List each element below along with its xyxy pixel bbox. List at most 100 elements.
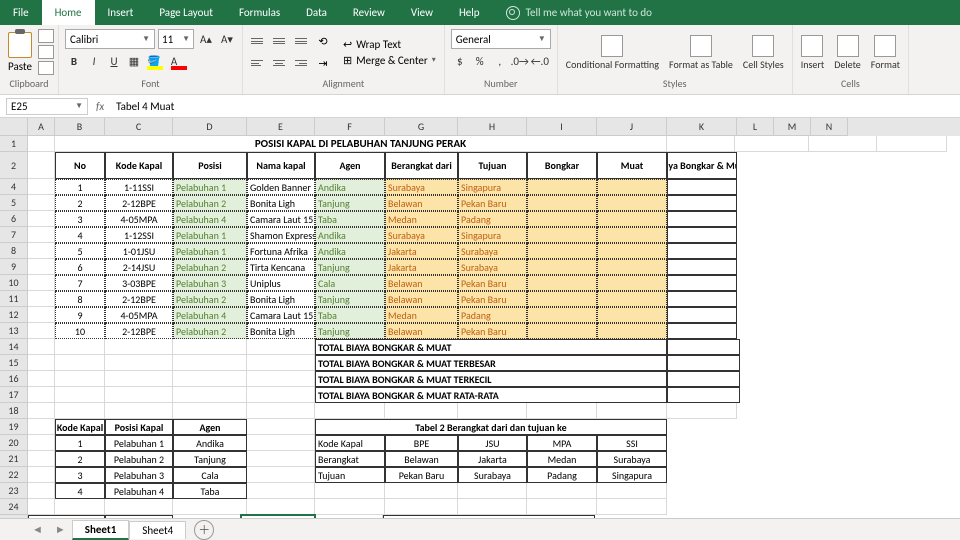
- cell[interactable]: 5: [55, 243, 105, 259]
- cell[interactable]: [247, 419, 315, 435]
- row-header[interactable]: 15: [0, 355, 28, 371]
- cell[interactable]: 1-12SSI: [105, 227, 173, 243]
- cell[interactable]: Posisi Kapal: [105, 419, 173, 435]
- cell[interactable]: [315, 403, 385, 419]
- borders-button[interactable]: ▦: [125, 52, 143, 70]
- col-header[interactable]: J: [597, 118, 667, 136]
- sheet-tab[interactable]: Sheet1: [72, 520, 130, 540]
- col-header[interactable]: A: [28, 118, 55, 136]
- cell[interactable]: 4: [55, 483, 105, 499]
- cell[interactable]: [173, 387, 247, 403]
- cell[interactable]: 3: [55, 211, 105, 227]
- cell[interactable]: [809, 136, 877, 152]
- cell[interactable]: 8: [55, 291, 105, 307]
- cell[interactable]: Pelabuhan 1: [105, 435, 173, 451]
- row-header[interactable]: 22: [0, 467, 28, 483]
- cell[interactable]: Pelabuhan 1: [173, 227, 247, 243]
- cell[interactable]: [667, 387, 740, 403]
- col-header[interactable]: C: [105, 118, 173, 136]
- cell[interactable]: Pelabuhan 2: [105, 451, 173, 467]
- cell[interactable]: [385, 499, 458, 515]
- cell[interactable]: Uniplus: [247, 275, 315, 291]
- cell[interactable]: Jakarta: [385, 243, 458, 259]
- cell[interactable]: Golden Banner: [247, 179, 315, 195]
- font-size-picker[interactable]: 11▼: [158, 29, 194, 49]
- row-header[interactable]: 9: [0, 259, 28, 275]
- cell[interactable]: [877, 136, 947, 152]
- cell[interactable]: [527, 323, 597, 339]
- cell[interactable]: [28, 323, 55, 339]
- cell[interactable]: [105, 403, 173, 419]
- cell[interactable]: Belawan: [385, 323, 458, 339]
- cell[interactable]: Berangkat dari: [385, 152, 458, 179]
- cell[interactable]: Surabaya: [385, 179, 458, 195]
- cell[interactable]: [247, 451, 315, 467]
- cell[interactable]: 4: [55, 227, 105, 243]
- cell[interactable]: SSI: [597, 435, 667, 451]
- cell[interactable]: [28, 195, 55, 211]
- cell[interactable]: [28, 355, 55, 371]
- cell[interactable]: [28, 419, 55, 435]
- tab-review[interactable]: Review: [340, 0, 398, 25]
- cell[interactable]: Tanjung: [315, 259, 385, 275]
- cell[interactable]: Surabaya: [458, 243, 527, 259]
- cell[interactable]: [597, 195, 667, 211]
- cell[interactable]: [667, 323, 737, 339]
- cell[interactable]: Belawan: [385, 195, 458, 211]
- underline-button[interactable]: U: [105, 52, 123, 70]
- cell[interactable]: Pekan Baru: [458, 323, 527, 339]
- cell[interactable]: Surabaya: [385, 227, 458, 243]
- sheet-tab[interactable]: Sheet4: [129, 521, 186, 539]
- cell[interactable]: Pekan Baru: [458, 195, 527, 211]
- col-header[interactable]: I: [527, 118, 597, 136]
- cell[interactable]: No: [55, 152, 105, 179]
- cell[interactable]: [28, 403, 55, 419]
- name-box[interactable]: E25▼: [6, 98, 88, 115]
- cell[interactable]: Surabaya: [458, 259, 527, 275]
- cell[interactable]: Pekan Baru: [385, 467, 458, 483]
- cell[interactable]: 3-03BPE: [105, 275, 173, 291]
- cell[interactable]: Muat: [597, 152, 667, 179]
- cell[interactable]: [667, 136, 735, 152]
- cell[interactable]: [667, 179, 737, 195]
- row-header[interactable]: 7: [0, 227, 28, 243]
- cell[interactable]: [247, 387, 315, 403]
- cut-button[interactable]: [38, 29, 54, 43]
- cell[interactable]: Pelabuhan 4: [105, 483, 173, 499]
- cell[interactable]: [28, 339, 55, 355]
- cell[interactable]: Tabel 2 Berangkat dari dan tujuan ke: [315, 419, 667, 435]
- cell[interactable]: [28, 387, 55, 403]
- cell[interactable]: 6: [55, 259, 105, 275]
- tab-page-layout[interactable]: Page Layout: [146, 0, 226, 25]
- fill-color-button[interactable]: 🪣: [145, 52, 163, 70]
- sheet-nav-next[interactable]: ►: [49, 523, 72, 536]
- cell[interactable]: [105, 339, 173, 355]
- col-header[interactable]: K: [667, 118, 737, 136]
- cell[interactable]: Bongkar: [527, 152, 597, 179]
- select-all-corner[interactable]: [0, 118, 28, 136]
- cell[interactable]: [667, 227, 737, 243]
- row-header[interactable]: 14: [0, 339, 28, 355]
- cell[interactable]: TOTAL BIAYA BONGKAR & MUAT TERBESAR: [315, 355, 667, 371]
- cell[interactable]: Tanjung: [315, 323, 385, 339]
- cell[interactable]: Pelabuhan 4: [173, 307, 247, 323]
- cell[interactable]: POSISI KAPAL DI PELABUHAN TANJUNG PERAK: [55, 136, 667, 152]
- comma-format-button[interactable]: ,: [491, 52, 509, 70]
- cell[interactable]: [527, 243, 597, 259]
- cell[interactable]: 1: [55, 179, 105, 195]
- cell[interactable]: [735, 136, 809, 152]
- cell[interactable]: Pelabuhan 2: [173, 259, 247, 275]
- row-header[interactable]: 16: [0, 371, 28, 387]
- cell[interactable]: [667, 403, 737, 419]
- italic-button[interactable]: I: [85, 52, 103, 70]
- row-header[interactable]: 5: [0, 195, 28, 211]
- row-header[interactable]: 24: [0, 499, 28, 515]
- cell[interactable]: [315, 499, 385, 515]
- col-header[interactable]: D: [173, 118, 247, 136]
- cell[interactable]: [597, 179, 667, 195]
- cell[interactable]: Tujuan: [458, 152, 527, 179]
- cell[interactable]: [385, 403, 458, 419]
- col-header[interactable]: H: [458, 118, 527, 136]
- align-center-button[interactable]: [269, 53, 289, 73]
- cell[interactable]: [597, 227, 667, 243]
